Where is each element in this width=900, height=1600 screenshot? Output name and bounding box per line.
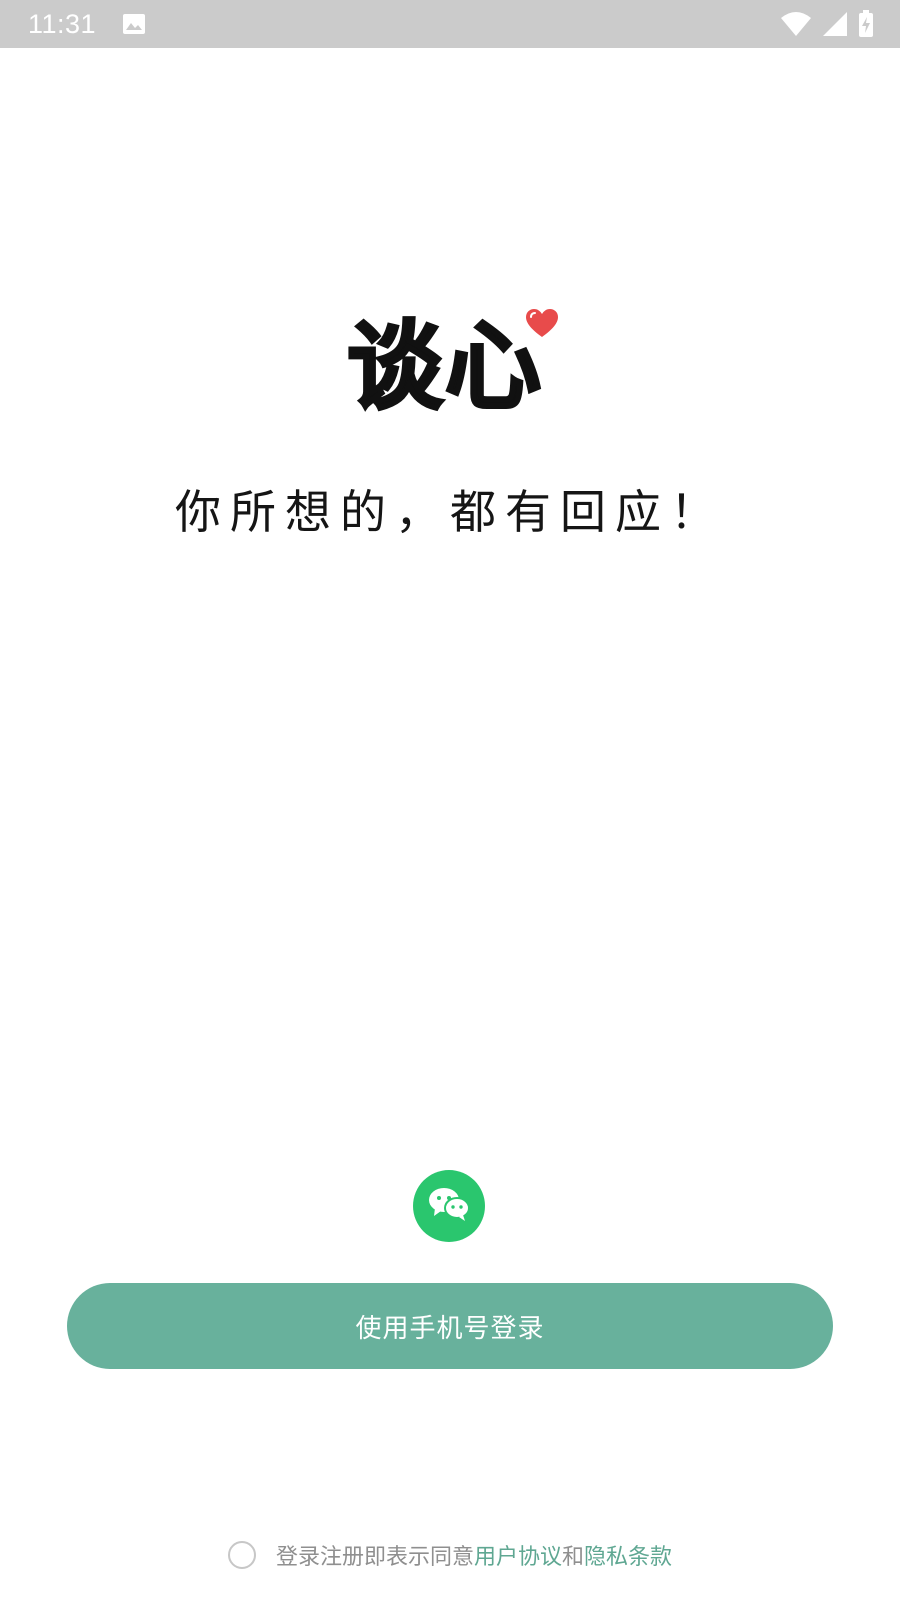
slogan: 你所想的，都有回应！ bbox=[175, 485, 725, 539]
logo-area: 谈心 bbox=[0, 309, 900, 424]
agree-checkbox[interactable] bbox=[227, 1541, 256, 1569]
status-right bbox=[780, 10, 874, 38]
status-bar: 11:31 bbox=[0, 0, 900, 48]
agreement-conjunction: 和 bbox=[562, 1545, 585, 1570]
wifi-icon bbox=[780, 11, 812, 37]
battery-charging-icon bbox=[858, 10, 874, 38]
phone-login-button[interactable]: 使用手机号登录 bbox=[67, 1283, 833, 1369]
cell-signal-icon bbox=[822, 11, 848, 37]
app-logo: 谈心 bbox=[346, 309, 558, 424]
image-icon bbox=[122, 13, 146, 35]
wechat-icon bbox=[428, 1186, 470, 1226]
agreement-prefix: 登录注册即表示同意 bbox=[275, 1545, 474, 1570]
heart-icon bbox=[525, 308, 559, 342]
wechat-login-button[interactable] bbox=[413, 1170, 485, 1242]
login-screen: 11:31 谈心 你所想的，都有回应！ 使用手机号登录 登录注册即表示同意 用户… bbox=[0, 0, 900, 1600]
logo-text: 谈心 bbox=[346, 311, 543, 424]
status-left: 11:31 bbox=[28, 9, 146, 40]
agreement-row: 登录注册即表示同意 用户协议 和 隐私条款 bbox=[0, 1539, 900, 1571]
user-agreement-link[interactable]: 用户协议 bbox=[474, 1539, 562, 1571]
status-time: 11:31 bbox=[28, 8, 97, 39]
privacy-policy-link[interactable]: 隐私条款 bbox=[584, 1539, 672, 1571]
